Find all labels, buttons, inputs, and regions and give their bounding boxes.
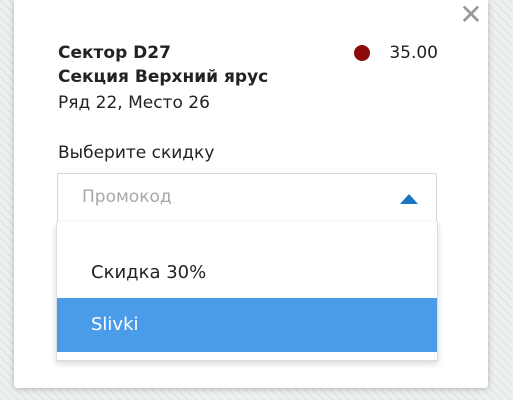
discount-label: Выберите скидку	[58, 143, 215, 163]
discount-dropdown-list: Скидка 30% Slivki	[56, 222, 438, 361]
seat-discount-popup: ✕ Сектор D27 Секция Верхний ярус Ряд 22,…	[14, 0, 488, 388]
section-title: Секция Верхний ярус	[58, 67, 269, 87]
dropdown-option-discount-30[interactable]: Скидка 30%	[57, 246, 437, 300]
price-block: 35.00	[354, 42, 438, 64]
dropdown-option-slivki[interactable]: Slivki	[57, 298, 437, 352]
discount-select-placeholder: Промокод	[82, 187, 172, 207]
price-category-dot-icon	[354, 45, 371, 61]
row-seat-text: Ряд 22, Место 26	[58, 93, 210, 113]
close-icon[interactable]: ✕	[458, 1, 484, 29]
seat-info: Сектор D27 Секция Верхний ярус Ряд 22, М…	[58, 42, 268, 114]
discount-select[interactable]: Промокод	[57, 173, 437, 223]
sector-title: Сектор D27	[58, 43, 171, 63]
caret-up-icon[interactable]	[400, 194, 418, 204]
price-value: 35.00	[389, 43, 438, 63]
